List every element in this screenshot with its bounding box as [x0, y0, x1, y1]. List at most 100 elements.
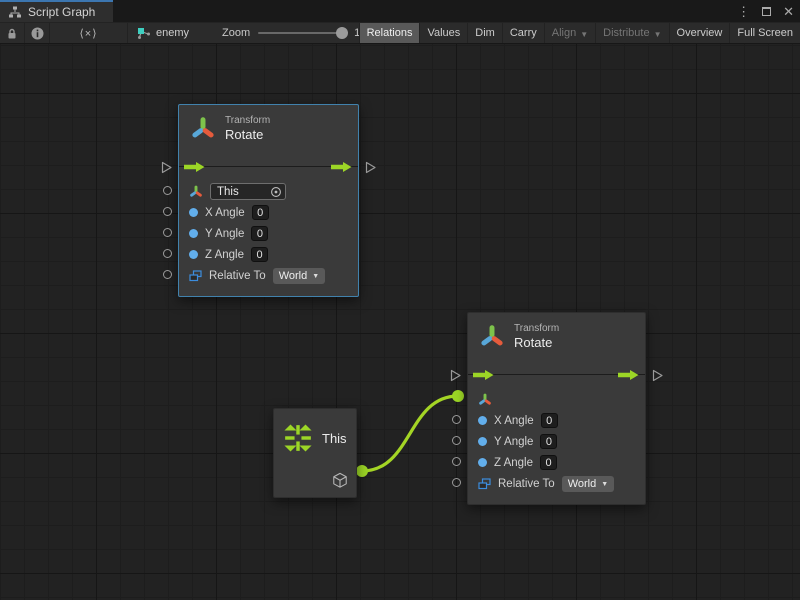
dropdown-caret-icon: ▼	[312, 273, 319, 280]
tab-label: Script Graph	[28, 5, 95, 19]
flow-input-port[interactable]	[449, 369, 462, 382]
y-angle-input-port[interactable]	[163, 228, 172, 237]
transform-icon	[190, 116, 216, 142]
x-angle-label: X Angle	[205, 207, 245, 219]
values-button[interactable]: Values	[419, 23, 467, 43]
control-flow-row	[179, 153, 358, 181]
rotate-node-1[interactable]: Transform Rotate This	[178, 104, 359, 297]
graph-toolbar: ⟨×⟩ enemy Zoom 1x Relations Values Dim C…	[0, 22, 800, 44]
y-angle-input-port[interactable]	[452, 436, 461, 445]
code-preview-toggle[interactable]: ⟨×⟩	[50, 23, 128, 43]
z-angle-input[interactable]: 0	[251, 247, 268, 262]
self-node[interactable]: This	[273, 408, 357, 498]
x-angle-input-port[interactable]	[452, 415, 461, 424]
connection-wire	[0, 44, 800, 600]
value-port-dot	[478, 437, 487, 446]
info-icon	[31, 27, 44, 40]
flow-in-arrow-icon	[184, 161, 206, 173]
flow-input-port[interactable]	[160, 161, 173, 174]
graph-asset-icon	[136, 26, 151, 40]
distribute-button[interactable]: Distribute ▼	[595, 23, 668, 43]
enum-icon	[478, 478, 491, 490]
lock-button[interactable]	[0, 23, 25, 43]
relative-to-dropdown[interactable]: World ▼	[562, 476, 614, 492]
overview-button[interactable]: Overview	[669, 23, 730, 43]
z-angle-input-port[interactable]	[163, 249, 172, 258]
z-angle-input[interactable]: 0	[540, 455, 557, 470]
relative-to-value: World	[568, 478, 597, 490]
y-angle-input[interactable]: 0	[251, 226, 268, 241]
value-port-dot	[189, 250, 198, 259]
y-angle-input[interactable]: 0	[540, 434, 557, 449]
enum-icon	[189, 270, 202, 282]
align-label: Align	[552, 27, 576, 39]
node-title: Rotate	[225, 127, 270, 143]
x-angle-label: X Angle	[494, 415, 534, 427]
window-menu-icon[interactable]: ⋮	[737, 5, 750, 18]
flow-out-arrow-icon	[618, 369, 640, 381]
relations-button[interactable]: Relations	[359, 23, 420, 43]
relative-to-label: Relative To	[209, 270, 266, 282]
graph-reference[interactable]: enemy	[136, 23, 189, 43]
object-picker-icon[interactable]	[270, 186, 282, 198]
flow-output-port[interactable]	[364, 161, 377, 174]
distribute-caret-icon: ▼	[654, 30, 662, 39]
tab-script-graph[interactable]: Script Graph	[0, 0, 113, 22]
target-field[interactable]: This	[210, 183, 286, 200]
gameobject-cube-icon	[332, 472, 348, 489]
self-node-label: This	[322, 431, 347, 446]
graph-name: enemy	[156, 27, 189, 39]
x-angle-input[interactable]: 0	[252, 205, 269, 220]
transform-icon	[479, 324, 505, 350]
target-input-port[interactable]	[163, 186, 172, 195]
lock-icon	[6, 27, 18, 40]
value-port-dot	[478, 416, 487, 425]
align-caret-icon: ▼	[580, 30, 588, 39]
maximize-icon[interactable]	[762, 7, 771, 16]
rotate-node-2[interactable]: Transform Rotate X Angle	[467, 312, 646, 505]
info-button[interactable]	[25, 23, 50, 43]
self-node-output-port	[356, 465, 368, 477]
target-value: This	[217, 186, 239, 198]
value-port-dot	[478, 458, 487, 467]
flow-out-arrow-icon	[331, 161, 353, 173]
value-port-dot	[189, 208, 198, 217]
z-angle-input-port[interactable]	[452, 457, 461, 466]
node-category: Transform	[514, 322, 559, 335]
transform-mini-icon	[189, 185, 203, 199]
relative-to-value: World	[279, 270, 308, 282]
carry-button[interactable]: Carry	[502, 23, 544, 43]
y-angle-label: Y Angle	[205, 228, 244, 240]
flow-output-port[interactable]	[651, 369, 664, 382]
relative-to-label: Relative To	[498, 478, 555, 490]
flow-in-arrow-icon	[473, 369, 495, 381]
node-header: Transform Rotate	[468, 313, 645, 361]
zoom-label: Zoom	[222, 27, 250, 39]
zoom-slider-handle[interactable]	[336, 27, 348, 39]
value-port-dot	[189, 229, 198, 238]
x-angle-input[interactable]: 0	[541, 413, 558, 428]
node-title: Rotate	[514, 335, 559, 351]
rotate2-target-input-port	[452, 390, 464, 402]
close-icon[interactable]: ✕	[783, 5, 794, 18]
control-flow-row	[468, 361, 645, 389]
self-converge-icon	[283, 423, 313, 453]
transform-mini-icon	[478, 393, 492, 407]
align-button[interactable]: Align ▼	[544, 23, 595, 43]
dropdown-caret-icon: ▼	[601, 481, 608, 488]
relative-to-input-port[interactable]	[163, 270, 172, 279]
graph-canvas[interactable]: Transform Rotate This	[0, 44, 800, 600]
window-tab-bar: Script Graph ⋮ ✕	[0, 0, 800, 22]
relative-to-input-port[interactable]	[452, 478, 461, 487]
fullscreen-button[interactable]: Full Screen	[729, 23, 800, 43]
distribute-label: Distribute	[603, 27, 649, 39]
script-graph-icon	[8, 6, 22, 18]
z-angle-label: Z Angle	[494, 457, 533, 469]
dim-button[interactable]: Dim	[467, 23, 502, 43]
relative-to-dropdown[interactable]: World ▼	[273, 268, 325, 284]
x-angle-input-port[interactable]	[163, 207, 172, 216]
node-header: Transform Rotate	[179, 105, 358, 153]
y-angle-label: Y Angle	[494, 436, 533, 448]
zoom-slider[interactable]	[258, 32, 346, 34]
node-category: Transform	[225, 114, 270, 127]
